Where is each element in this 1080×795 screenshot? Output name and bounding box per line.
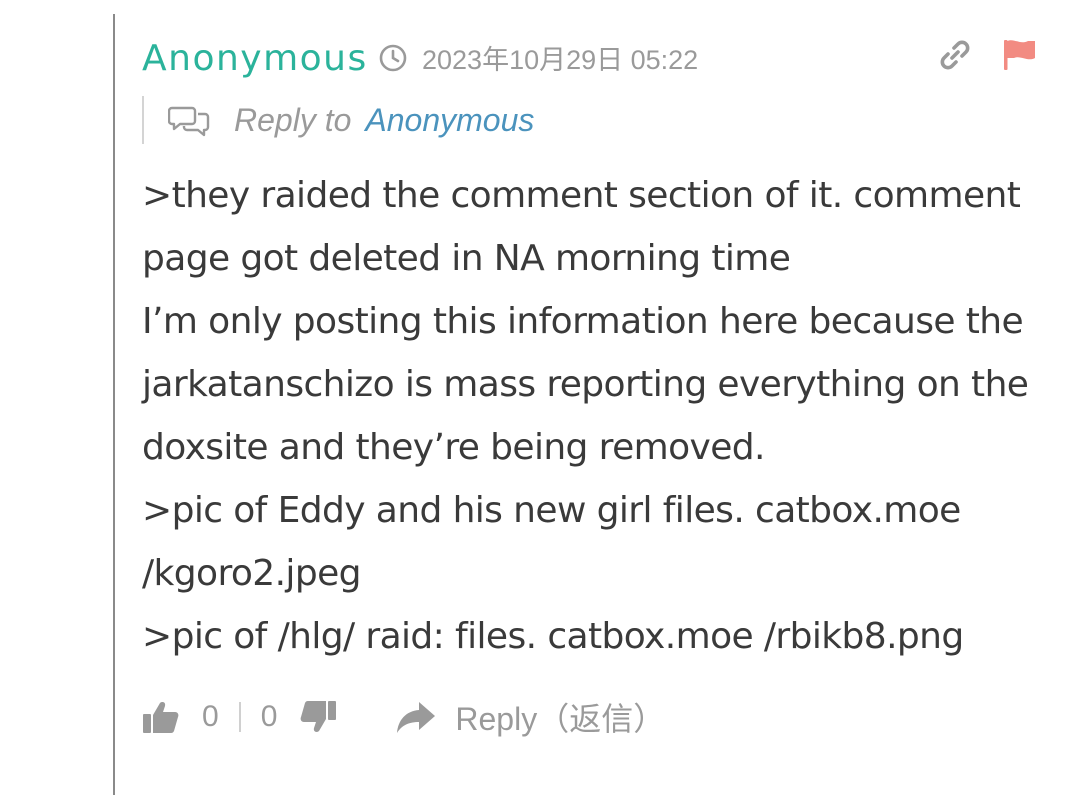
downvote-count: 0 (260, 700, 278, 733)
comment-actions: 0 0 Reply（返信） (142, 692, 665, 742)
comment-author[interactable]: Anonymous (142, 38, 368, 79)
comment-line: jarkatanschizo is mass reporting everyth… (142, 364, 1029, 405)
comment-line: page got deleted in NA morning time (142, 238, 791, 279)
flag-icon[interactable] (1002, 38, 1038, 72)
thumbs-down-icon[interactable] (299, 700, 337, 734)
comment-header: Anonymous 2023年10月29日 05:22 (142, 34, 1042, 84)
thread-line (113, 14, 115, 795)
comment-body: >they raided the comment section of it. … (142, 164, 1042, 668)
comment-timestamp: 2023年10月29日 05:22 (422, 45, 699, 75)
reply-to-label: Reply to (234, 101, 352, 138)
comment-line: /kgoro2.jpeg (142, 553, 361, 594)
comment-line: >pic of Eddy and his new girl files. cat… (142, 490, 961, 531)
vote-divider (238, 702, 241, 732)
comment-line: >they raided the comment section of it. … (142, 175, 1021, 216)
thumbs-up-icon[interactable] (142, 700, 180, 734)
comment-meta: 2023年10月29日 05:22 (378, 38, 698, 77)
reply-button[interactable]: Reply（返信） (395, 694, 665, 740)
reply-button-label: Reply（返信） (455, 701, 666, 737)
share-arrow-icon (397, 702, 436, 733)
reply-to-author-link[interactable]: Anonymous (365, 102, 534, 139)
comment-line: doxsite and they’re being removed. (142, 427, 765, 468)
speech-bubbles-icon (168, 106, 210, 137)
link-icon[interactable] (938, 38, 972, 72)
comment-line: I’m only posting this information here b… (142, 301, 1024, 342)
reply-to-indicator: Reply to Anonymous (142, 96, 534, 144)
clock-icon (379, 44, 407, 71)
comment-line: >pic of /hlg/ raid: files. catbox.moe /r… (142, 616, 964, 657)
upvote-count: 0 (202, 700, 219, 733)
